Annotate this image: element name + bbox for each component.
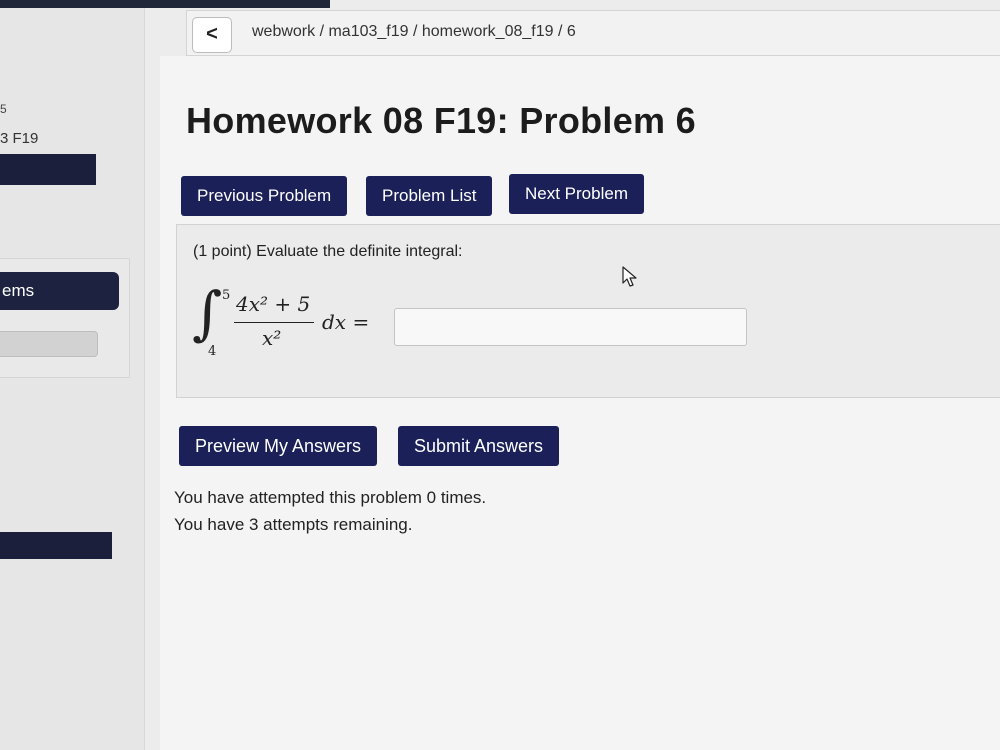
preview-answers-button[interactable]: Preview My Answers bbox=[179, 426, 378, 466]
sidebar-field[interactable] bbox=[0, 331, 98, 357]
attempts-remaining-text: You have 3 attempts remaining. bbox=[174, 515, 413, 534]
problem-prompt: (1 point) Evaluate the definite integral… bbox=[193, 243, 463, 260]
denominator: x² bbox=[262, 326, 282, 350]
sidebar bbox=[0, 8, 145, 750]
top-dark-bar bbox=[0, 0, 330, 8]
sidebar-number-fragment: 5 bbox=[0, 102, 7, 116]
page-title: Homework 08 F19: Problem 6 bbox=[186, 100, 696, 141]
breadcrumb: < webwork / ma103_f19 / homework_08_f19 … bbox=[186, 10, 1000, 56]
submit-answers-button[interactable]: Submit Answers bbox=[398, 426, 560, 466]
attempts-count-text: You have attempted this problem 0 times. bbox=[174, 488, 487, 507]
chevron-left-icon: < bbox=[206, 23, 218, 45]
back-button[interactable]: < bbox=[192, 17, 232, 53]
sidebar-course-label: 3 F19 bbox=[0, 130, 39, 147]
integral-sign: ∫ bbox=[192, 279, 223, 347]
answer-input[interactable] bbox=[394, 308, 747, 346]
upper-limit: 5 bbox=[222, 288, 231, 303]
main-content bbox=[160, 56, 1000, 750]
lower-limit: 4 bbox=[208, 344, 217, 359]
mouse-pointer-icon bbox=[622, 266, 637, 287]
previous-problem-button[interactable]: Previous Problem bbox=[181, 176, 348, 216]
fraction-bar bbox=[234, 322, 314, 323]
next-problem-button[interactable]: Next Problem bbox=[509, 174, 644, 214]
numerator: 4x² + 5 bbox=[236, 292, 311, 316]
breadcrumb-path[interactable]: webwork / ma103_f19 / homework_08_f19 / … bbox=[252, 23, 576, 41]
sidebar-active-block[interactable] bbox=[0, 154, 96, 185]
differential: dx = bbox=[322, 310, 370, 334]
sidebar-item-problems[interactable]: ems bbox=[0, 272, 119, 310]
sidebar-block-lower[interactable] bbox=[0, 532, 112, 559]
problem-list-button[interactable]: Problem List bbox=[366, 176, 493, 216]
integral-expression: ∫ 5 4 4x² + 5 x² dx = bbox=[188, 282, 398, 362]
